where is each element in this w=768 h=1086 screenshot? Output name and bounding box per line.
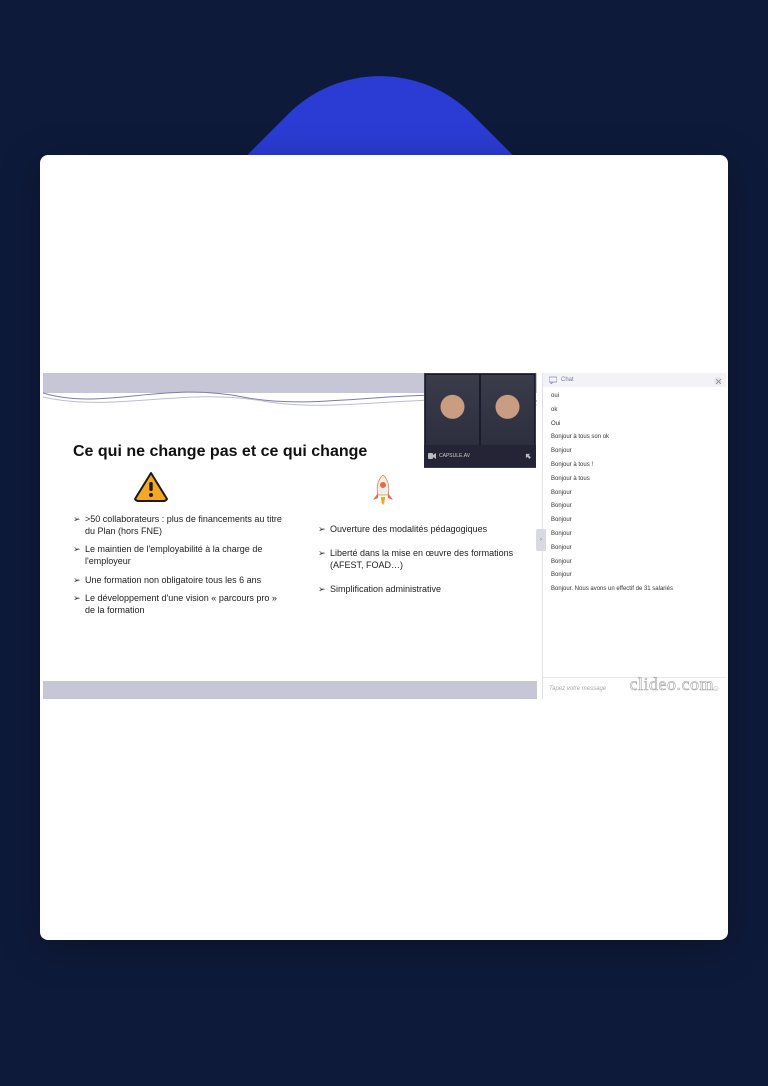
chat-message: oui	[551, 393, 718, 401]
bullet-item: ➢>50 collaborateurs : plus de financemen…	[73, 513, 283, 537]
rocket-icon	[368, 473, 398, 512]
chat-header: Chat	[543, 373, 726, 387]
slide-bottom-bar	[43, 681, 537, 699]
meeting-screenshot: Ce qui ne change pas et ce qui change	[40, 373, 728, 699]
chat-message: Oui	[551, 421, 718, 429]
chat-message: Bonjour	[551, 503, 718, 511]
close-icon	[716, 379, 721, 384]
chat-message: ok	[551, 407, 718, 415]
bullet-item: ➢Liberté dans la mise en œuvre des forma…	[318, 547, 528, 571]
chat-message: Bonjour	[551, 545, 718, 553]
chat-message: Bonjour à tous	[551, 476, 718, 484]
chat-message: Bonjour	[551, 448, 718, 456]
chat-panel: Chat › oui ok Oui Bonjour à tous son ok Bonj…	[542, 373, 726, 699]
chat-message: Bonjour à tous son ok	[551, 434, 718, 442]
chevron-right-icon: ›	[540, 537, 542, 543]
chat-message: Bonjour. Nous avons un effectif de 31 sa…	[551, 586, 718, 594]
slide-title: Ce qui ne change pas et ce qui change	[73, 443, 367, 461]
content-card: Ce qui ne change pas et ce qui change	[40, 155, 728, 940]
camera-icon	[428, 453, 436, 459]
chat-message: Bonjour à tous !	[551, 462, 718, 470]
chat-message: Bonjour	[551, 559, 718, 567]
bullet-item: ➢Une formation non obligatoire tous les …	[73, 574, 283, 586]
slide-right-column: ➢Ouverture des modalités pédagogiques ➢L…	[318, 523, 528, 608]
watermark-text: clideo.com	[630, 674, 714, 695]
video-footer-bar: CAPSULE.AV	[424, 445, 536, 467]
chat-close-button[interactable]	[714, 377, 722, 385]
bullet-item: ➢Simplification administrative	[318, 583, 528, 595]
slide-left-column: ➢>50 collaborateurs : plus de financemen…	[73, 513, 283, 622]
bullet-item: ➢Le maintien de l'employabilité à la cha…	[73, 543, 283, 567]
chat-message: Bonjour	[551, 517, 718, 525]
chat-message: Bonjour	[551, 490, 718, 498]
bullet-item: ➢Le développement d'une vision « parcour…	[73, 592, 283, 616]
bullet-item: ➢Ouverture des modalités pédagogiques	[318, 523, 528, 535]
chat-message: Bonjour	[551, 531, 718, 539]
expand-icon[interactable]	[524, 452, 532, 460]
recording-file-label: CAPSULE.AV	[428, 453, 470, 459]
warning-icon	[133, 471, 169, 508]
chat-icon	[549, 376, 557, 384]
chat-message: Bonjour	[551, 572, 718, 580]
chat-messages[interactable]: oui ok Oui Bonjour à tous son ok Bonjour Bonj…	[543, 389, 726, 677]
